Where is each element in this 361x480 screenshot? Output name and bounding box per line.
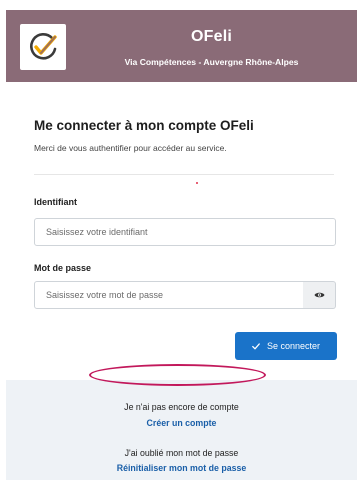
app-title: OFeli — [190, 28, 232, 45]
login-button[interactable]: Se connecter — [235, 332, 337, 360]
page-title: Me connecter à mon compte OFeli — [34, 118, 254, 133]
form-description: Merci de vous authentifier pour accéder … — [34, 143, 227, 153]
eye-icon — [314, 292, 324, 298]
check-icon — [252, 342, 260, 349]
show-password-button[interactable] — [303, 281, 336, 309]
identifier-input[interactable] — [34, 218, 336, 246]
login-card: Me connecter à mon compte OFeli Merci de… — [6, 90, 357, 480]
logo-check-icon — [30, 33, 57, 60]
ofeli-logo — [20, 24, 66, 70]
divider — [34, 174, 334, 175]
loading-dot — [196, 182, 198, 184]
account-footer: Je n'ai pas encore de compte Créer un co… — [6, 380, 357, 480]
app-header: OFeli Via Compétences - Auvergne Rhône-A… — [6, 10, 357, 82]
forgot-password-text: J'ai oublié mon mot de passe — [124, 448, 239, 458]
create-account-link[interactable]: Créer un compte — [6, 418, 357, 428]
identifier-label: Identifiant — [34, 197, 77, 207]
reset-password-link[interactable]: Réinitialiser mon mot de passe — [6, 463, 357, 473]
no-account-text: Je n'ai pas encore de compte — [124, 402, 239, 412]
password-input[interactable] — [34, 281, 304, 309]
login-button-label: Se connecter — [266, 341, 321, 351]
app-subtitle: Via Compétences - Auvergne Rhône-Alpes — [124, 57, 299, 67]
password-label: Mot de passe — [34, 263, 92, 273]
